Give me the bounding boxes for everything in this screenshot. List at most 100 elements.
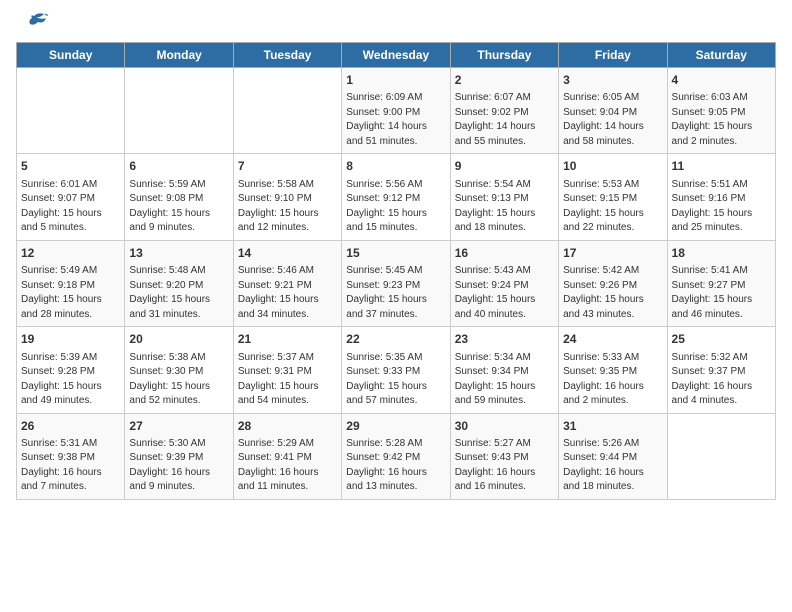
calendar-week-row: 26Sunrise: 5:31 AM Sunset: 9:38 PM Dayli…	[17, 413, 776, 499]
calendar-day-cell: 13Sunrise: 5:48 AM Sunset: 9:20 PM Dayli…	[125, 240, 233, 326]
day-number: 11	[672, 158, 771, 175]
calendar-day-cell: 11 Sunrise: 5:51 AM Sunset: 9:16 PM Dayli…	[667, 154, 775, 240]
weekday-header-monday: Monday	[125, 43, 233, 68]
weekday-header-tuesday: Tuesday	[233, 43, 341, 68]
day-number: 2	[455, 72, 554, 89]
day-number: 17	[563, 245, 662, 262]
day-info: Sunrise: 6:07 AM Sunset: 9:02 PM Dayligh…	[455, 91, 554, 149]
day-info: Sunrise: 6:01 AM Sunset: 9:07 PM Dayligh…	[21, 178, 120, 236]
calendar-day-cell: 23 Sunrise: 5:34 AM Sunset: 9:34 PM Dayli…	[450, 327, 558, 413]
day-info: Sunrise: 5:59 AM Sunset: 9:08 PM Dayligh…	[129, 178, 228, 236]
day-number: 19	[21, 331, 120, 348]
day-info: Sunrise: 5:39 AM Sunset: 9:28 PM Dayligh…	[21, 351, 120, 409]
day-number: 7	[238, 158, 337, 175]
logo-bird-icon	[20, 12, 48, 34]
calendar-day-cell: 12 Sunrise: 5:49 AM Sunset: 9:18 PM Dayli…	[17, 240, 125, 326]
day-number: 10	[563, 158, 662, 175]
day-number: 4	[672, 72, 771, 89]
calendar-day-cell: 1 Sunrise: 6:09 AM Sunset: 9:00 PM Daylig…	[342, 68, 450, 154]
day-info: Sunrise: 5:28 AM Sunset: 9:42 PM Dayligh…	[346, 437, 445, 495]
day-number: 14	[238, 245, 337, 262]
day-number: 27	[129, 418, 228, 435]
calendar-day-cell: 24Sunrise: 5:33 AM Sunset: 9:35 PM Dayli…	[559, 327, 667, 413]
weekday-header-row: SundayMondayTuesdayWednesdayThursdayFrid…	[17, 43, 776, 68]
page-header	[16, 16, 776, 34]
day-info: Sunrise: 5:58 AM Sunset: 9:10 PM Dayligh…	[238, 178, 337, 236]
day-number: 20	[129, 331, 228, 348]
day-number: 24	[563, 331, 662, 348]
day-number: 22	[346, 331, 445, 348]
day-number: 18	[672, 245, 771, 262]
day-number: 12	[21, 245, 120, 262]
calendar-day-cell: 4Sunrise: 6:03 AM Sunset: 9:05 PM Daylig…	[667, 68, 775, 154]
day-info: Sunrise: 5:48 AM Sunset: 9:20 PM Dayligh…	[129, 264, 228, 322]
day-info: Sunrise: 5:37 AM Sunset: 9:31 PM Dayligh…	[238, 351, 337, 409]
day-info: Sunrise: 5:56 AM Sunset: 9:12 PM Dayligh…	[346, 178, 445, 236]
day-number: 16	[455, 245, 554, 262]
day-info: Sunrise: 5:35 AM Sunset: 9:33 PM Dayligh…	[346, 351, 445, 409]
day-info: Sunrise: 5:46 AM Sunset: 9:21 PM Dayligh…	[238, 264, 337, 322]
calendar-day-cell: 6 Sunrise: 5:59 AM Sunset: 9:08 PM Daylig…	[125, 154, 233, 240]
day-number: 31	[563, 418, 662, 435]
calendar-day-cell: 2 Sunrise: 6:07 AM Sunset: 9:02 PM Daylig…	[450, 68, 558, 154]
day-info: Sunrise: 5:51 AM Sunset: 9:16 PM Dayligh…	[672, 178, 771, 236]
calendar-day-cell: 28Sunrise: 5:29 AM Sunset: 9:41 PM Dayli…	[233, 413, 341, 499]
day-info: Sunrise: 5:26 AM Sunset: 9:44 PM Dayligh…	[563, 437, 662, 495]
day-number: 3	[563, 72, 662, 89]
day-info: Sunrise: 5:27 AM Sunset: 9:43 PM Dayligh…	[455, 437, 554, 495]
calendar-day-cell: 31 Sunrise: 5:26 AM Sunset: 9:44 PM Dayli…	[559, 413, 667, 499]
calendar-empty-cell	[125, 68, 233, 154]
calendar-day-cell: 5 Sunrise: 6:01 AM Sunset: 9:07 PM Daylig…	[17, 154, 125, 240]
day-info: Sunrise: 5:43 AM Sunset: 9:24 PM Dayligh…	[455, 264, 554, 322]
day-number: 9	[455, 158, 554, 175]
calendar-header: SundayMondayTuesdayWednesdayThursdayFrid…	[17, 43, 776, 68]
calendar-day-cell: 9 Sunrise: 5:54 AM Sunset: 9:13 PM Daylig…	[450, 154, 558, 240]
calendar-day-cell: 8Sunrise: 5:56 AM Sunset: 9:12 PM Daylig…	[342, 154, 450, 240]
day-number: 1	[346, 72, 445, 89]
calendar-empty-cell	[17, 68, 125, 154]
day-info: Sunrise: 6:05 AM Sunset: 9:04 PM Dayligh…	[563, 91, 662, 149]
calendar-week-row: 19 Sunrise: 5:39 AM Sunset: 9:28 PM Dayli…	[17, 327, 776, 413]
day-info: Sunrise: 5:45 AM Sunset: 9:23 PM Dayligh…	[346, 264, 445, 322]
weekday-header-wednesday: Wednesday	[342, 43, 450, 68]
calendar-day-cell: 14 Sunrise: 5:46 AM Sunset: 9:21 PM Dayli…	[233, 240, 341, 326]
calendar-day-cell: 18 Sunrise: 5:41 AM Sunset: 9:27 PM Dayli…	[667, 240, 775, 326]
day-info: Sunrise: 6:09 AM Sunset: 9:00 PM Dayligh…	[346, 91, 445, 149]
calendar-body: 1 Sunrise: 6:09 AM Sunset: 9:00 PM Daylig…	[17, 68, 776, 500]
calendar-day-cell: 29 Sunrise: 5:28 AM Sunset: 9:42 PM Dayli…	[342, 413, 450, 499]
day-info: Sunrise: 5:31 AM Sunset: 9:38 PM Dayligh…	[21, 437, 120, 495]
day-info: Sunrise: 5:42 AM Sunset: 9:26 PM Dayligh…	[563, 264, 662, 322]
calendar-day-cell: 20Sunrise: 5:38 AM Sunset: 9:30 PM Dayli…	[125, 327, 233, 413]
day-number: 29	[346, 418, 445, 435]
calendar-day-cell: 3 Sunrise: 6:05 AM Sunset: 9:04 PM Daylig…	[559, 68, 667, 154]
day-number: 21	[238, 331, 337, 348]
day-number: 6	[129, 158, 228, 175]
day-number: 15	[346, 245, 445, 262]
weekday-header-sunday: Sunday	[17, 43, 125, 68]
day-info: Sunrise: 5:30 AM Sunset: 9:39 PM Dayligh…	[129, 437, 228, 495]
calendar-empty-cell	[667, 413, 775, 499]
calendar-week-row: 12 Sunrise: 5:49 AM Sunset: 9:18 PM Dayli…	[17, 240, 776, 326]
calendar-day-cell: 30 Sunrise: 5:27 AM Sunset: 9:43 PM Dayli…	[450, 413, 558, 499]
calendar-day-cell: 25 Sunrise: 5:32 AM Sunset: 9:37 PM Dayli…	[667, 327, 775, 413]
day-info: Sunrise: 5:41 AM Sunset: 9:27 PM Dayligh…	[672, 264, 771, 322]
day-number: 23	[455, 331, 554, 348]
calendar-day-cell: 22 Sunrise: 5:35 AM Sunset: 9:33 PM Dayli…	[342, 327, 450, 413]
day-info: Sunrise: 5:34 AM Sunset: 9:34 PM Dayligh…	[455, 351, 554, 409]
day-info: Sunrise: 5:54 AM Sunset: 9:13 PM Dayligh…	[455, 178, 554, 236]
calendar-empty-cell	[233, 68, 341, 154]
calendar-day-cell: 21 Sunrise: 5:37 AM Sunset: 9:31 PM Dayli…	[233, 327, 341, 413]
day-number: 28	[238, 418, 337, 435]
day-number: 5	[21, 158, 120, 175]
calendar-week-row: 5 Sunrise: 6:01 AM Sunset: 9:07 PM Daylig…	[17, 154, 776, 240]
calendar-day-cell: 7 Sunrise: 5:58 AM Sunset: 9:10 PM Daylig…	[233, 154, 341, 240]
calendar-table: SundayMondayTuesdayWednesdayThursdayFrid…	[16, 42, 776, 500]
day-info: Sunrise: 5:49 AM Sunset: 9:18 PM Dayligh…	[21, 264, 120, 322]
calendar-day-cell: 15 Sunrise: 5:45 AM Sunset: 9:23 PM Dayli…	[342, 240, 450, 326]
weekday-header-friday: Friday	[559, 43, 667, 68]
day-info: Sunrise: 5:32 AM Sunset: 9:37 PM Dayligh…	[672, 351, 771, 409]
day-number: 30	[455, 418, 554, 435]
calendar-day-cell: 19 Sunrise: 5:39 AM Sunset: 9:28 PM Dayli…	[17, 327, 125, 413]
calendar-day-cell: 17 Sunrise: 5:42 AM Sunset: 9:26 PM Dayli…	[559, 240, 667, 326]
day-number: 25	[672, 331, 771, 348]
